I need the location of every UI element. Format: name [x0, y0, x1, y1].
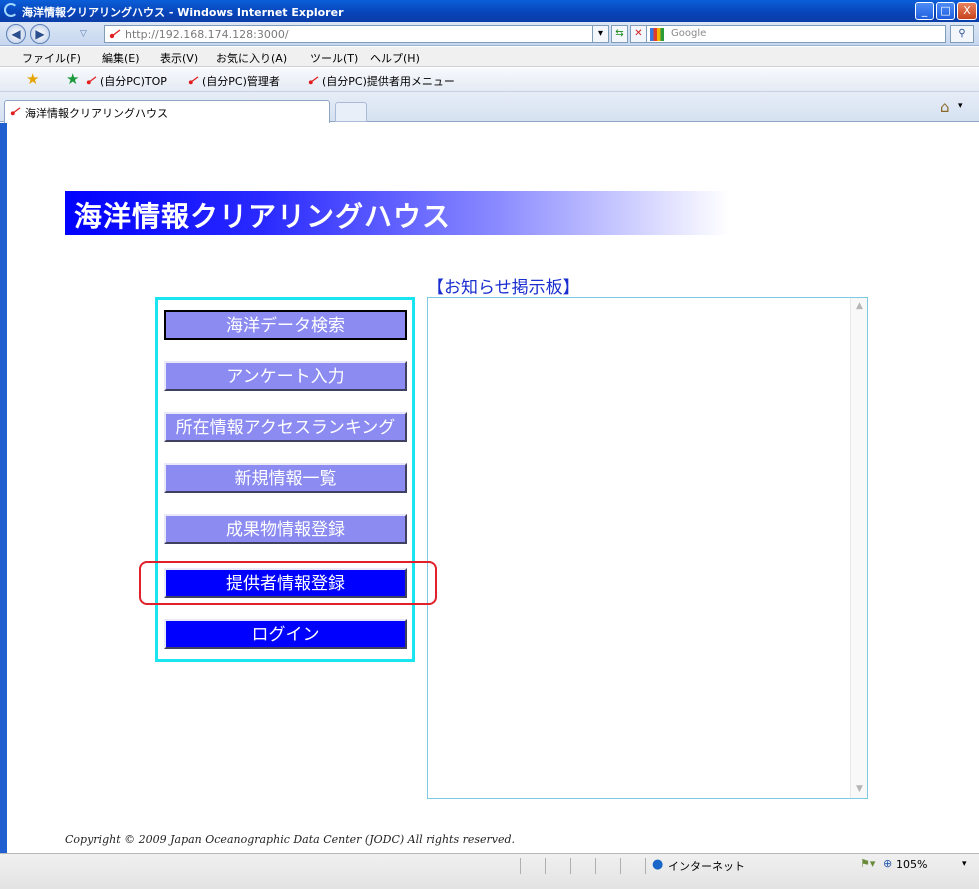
back-button[interactable]: ◀: [6, 24, 26, 44]
zoom-level[interactable]: 105%: [896, 858, 927, 871]
search-placeholder: Google: [671, 28, 707, 39]
protected-mode-icon[interactable]: ⚑▾: [860, 857, 875, 870]
menu-favorites[interactable]: お気に入り(A): [216, 50, 287, 66]
security-zone: インターネット: [668, 860, 745, 873]
ocean-data-search-button[interactable]: 海洋データ検索: [164, 310, 407, 340]
menu-tools[interactable]: ツール(T): [310, 50, 358, 66]
window-title-bar: 海洋情報クリアリングハウス - Windows Internet Explore…: [0, 0, 979, 22]
main-menu: 海洋データ検索 アンケート入力 所在情報アクセスランキング 新規情報一覧 成果物…: [155, 297, 415, 662]
deliverable-registration-button[interactable]: 成果物情報登録: [164, 514, 407, 544]
globe-icon: ●: [652, 857, 664, 872]
url-input[interactable]: http://192.168.174.128:3000/: [104, 25, 604, 43]
status-divider: [570, 858, 571, 874]
notice-board[interactable]: ▲ ▼: [427, 297, 868, 799]
home-icon[interactable]: ⌂: [940, 98, 950, 116]
recent-pages-dropdown-icon[interactable]: ▽: [80, 29, 87, 39]
scroll-down-icon[interactable]: ▼: [852, 782, 867, 797]
status-divider: [520, 858, 521, 874]
notice-scrollbar[interactable]: ▲ ▼: [850, 298, 867, 798]
fav-link-top[interactable]: (自分PC)TOP: [100, 73, 167, 89]
status-divider: [620, 858, 621, 874]
home-dropdown-icon[interactable]: ▾: [958, 101, 963, 111]
fav-link-icon: [188, 76, 199, 85]
refresh-icon[interactable]: ⇆: [611, 25, 628, 43]
favorites-star-icon[interactable]: ★: [26, 70, 39, 88]
fav-link-admin[interactable]: (自分PC)管理者: [202, 73, 280, 89]
tab-label: 海洋情報クリアリングハウス: [25, 107, 168, 120]
stop-icon[interactable]: ✕: [630, 25, 647, 43]
status-divider: [595, 858, 596, 874]
login-button[interactable]: ログイン: [164, 619, 407, 649]
menu-view[interactable]: 表示(V): [160, 50, 198, 66]
highlight-annotation: [139, 561, 437, 605]
menu-edit[interactable]: 編集(E): [102, 50, 140, 66]
address-dropdown-button[interactable]: ▾: [592, 25, 609, 43]
survey-input-button[interactable]: アンケート入力: [164, 361, 407, 391]
access-ranking-button[interactable]: 所在情報アクセスランキング: [164, 412, 407, 442]
tab-bar: 海洋情報クリアリングハウス ⌂ ▾: [0, 92, 979, 123]
forward-button[interactable]: ▶: [30, 24, 50, 44]
maximize-button[interactable]: □: [936, 2, 955, 20]
url-text: http://192.168.174.128:3000/: [125, 28, 289, 41]
zoom-dropdown-icon[interactable]: ▾: [962, 859, 967, 869]
google-logo-icon: [650, 28, 664, 41]
new-tab-button[interactable]: [335, 102, 367, 122]
tab-favicon-icon: [10, 107, 21, 116]
menu-help[interactable]: ヘルプ(H): [370, 50, 420, 66]
tab-active[interactable]: 海洋情報クリアリングハウス: [4, 100, 330, 123]
search-button[interactable]: ⚲: [950, 25, 974, 43]
status-divider: [545, 858, 546, 874]
add-favorite-icon[interactable]: ★: [66, 70, 79, 88]
menu-bar: ファイル(F) 編集(E) 表示(V) お気に入り(A) ツール(T) ヘルプ(…: [0, 47, 979, 67]
scroll-up-icon[interactable]: ▲: [852, 299, 867, 314]
notice-board-title: 【お知らせ掲示板】: [427, 278, 580, 298]
site-banner: 海洋情報クリアリングハウス: [65, 191, 729, 235]
search-input[interactable]: Google: [646, 25, 946, 43]
site-favicon-icon: [109, 29, 121, 39]
fav-link-icon: [86, 76, 97, 85]
close-button[interactable]: X: [957, 2, 977, 20]
window-title: 海洋情報クリアリングハウス - Windows Internet Explore…: [22, 6, 344, 19]
favorites-bar: ★ ★ (自分PC)TOP (自分PC)管理者 (自分PC)提供者用メニュー: [0, 68, 979, 92]
minimize-button[interactable]: _: [915, 2, 934, 20]
zoom-icon[interactable]: ⊕: [883, 857, 892, 870]
banner-title: 海洋情報クリアリングハウス: [74, 200, 452, 233]
menu-file[interactable]: ファイル(F): [22, 50, 81, 66]
status-bar: ● インターネット ⚑▾ ⊕ 105% ▾: [0, 853, 979, 889]
ie-logo-icon: [4, 3, 18, 17]
new-info-list-button[interactable]: 新規情報一覧: [164, 463, 407, 493]
address-bar: ◀ ▶ ▽ http://192.168.174.128:3000/ ▾ ⇆ ✕…: [0, 22, 979, 46]
status-divider: [645, 858, 646, 874]
page-content: 海洋情報クリアリングハウス 【お知らせ掲示板】 ▲ ▼ 海洋データ検索 アンケー…: [0, 123, 979, 853]
fav-link-icon: [308, 76, 319, 85]
copyright-text: Copyright © 2009 Japan Oceanographic Dat…: [65, 833, 516, 846]
fav-link-provider-menu[interactable]: (自分PC)提供者用メニュー: [322, 73, 455, 89]
